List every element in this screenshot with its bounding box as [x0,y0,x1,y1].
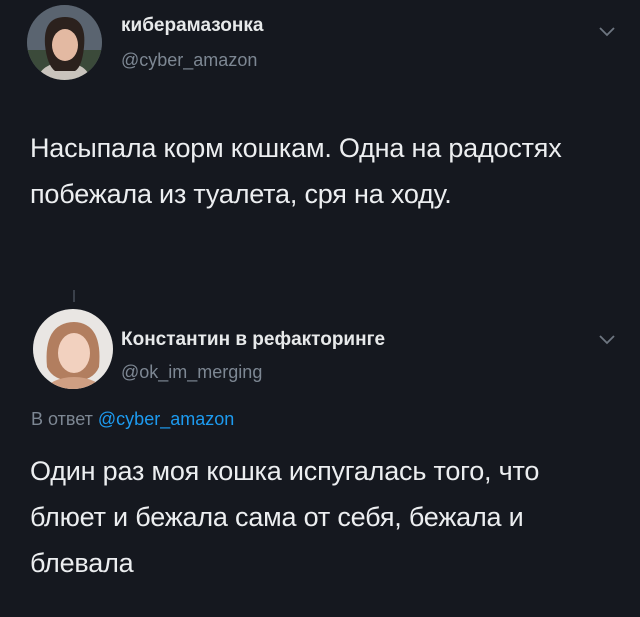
user-handle[interactable]: @ok_im_merging [121,362,262,383]
reply-prefix: В ответ [31,409,93,429]
tweet-original[interactable]: киберамазонка @cyber_amazon Насыпала кор… [0,0,640,290]
reply-context: В ответ @cyber_amazon [31,409,234,430]
tweet-text: Насыпала корм кошкам. Одна на радостях п… [30,133,562,209]
avatar[interactable] [27,5,102,80]
tweet-reply[interactable]: Константин в рефакторинге @ok_im_merging… [0,300,640,617]
display-name[interactable]: Константин в рефакторинге [121,329,385,351]
avatar[interactable] [33,309,113,389]
reply-mention-link[interactable]: @cyber_amazon [98,409,234,429]
chevron-down-icon[interactable] [596,330,618,348]
display-name[interactable]: киберамазонка [121,15,263,37]
chevron-down-icon[interactable] [596,22,618,40]
tweet-text: Один раз моя кошка испугалась того, что … [30,456,540,578]
user-handle[interactable]: @cyber_amazon [121,50,257,71]
